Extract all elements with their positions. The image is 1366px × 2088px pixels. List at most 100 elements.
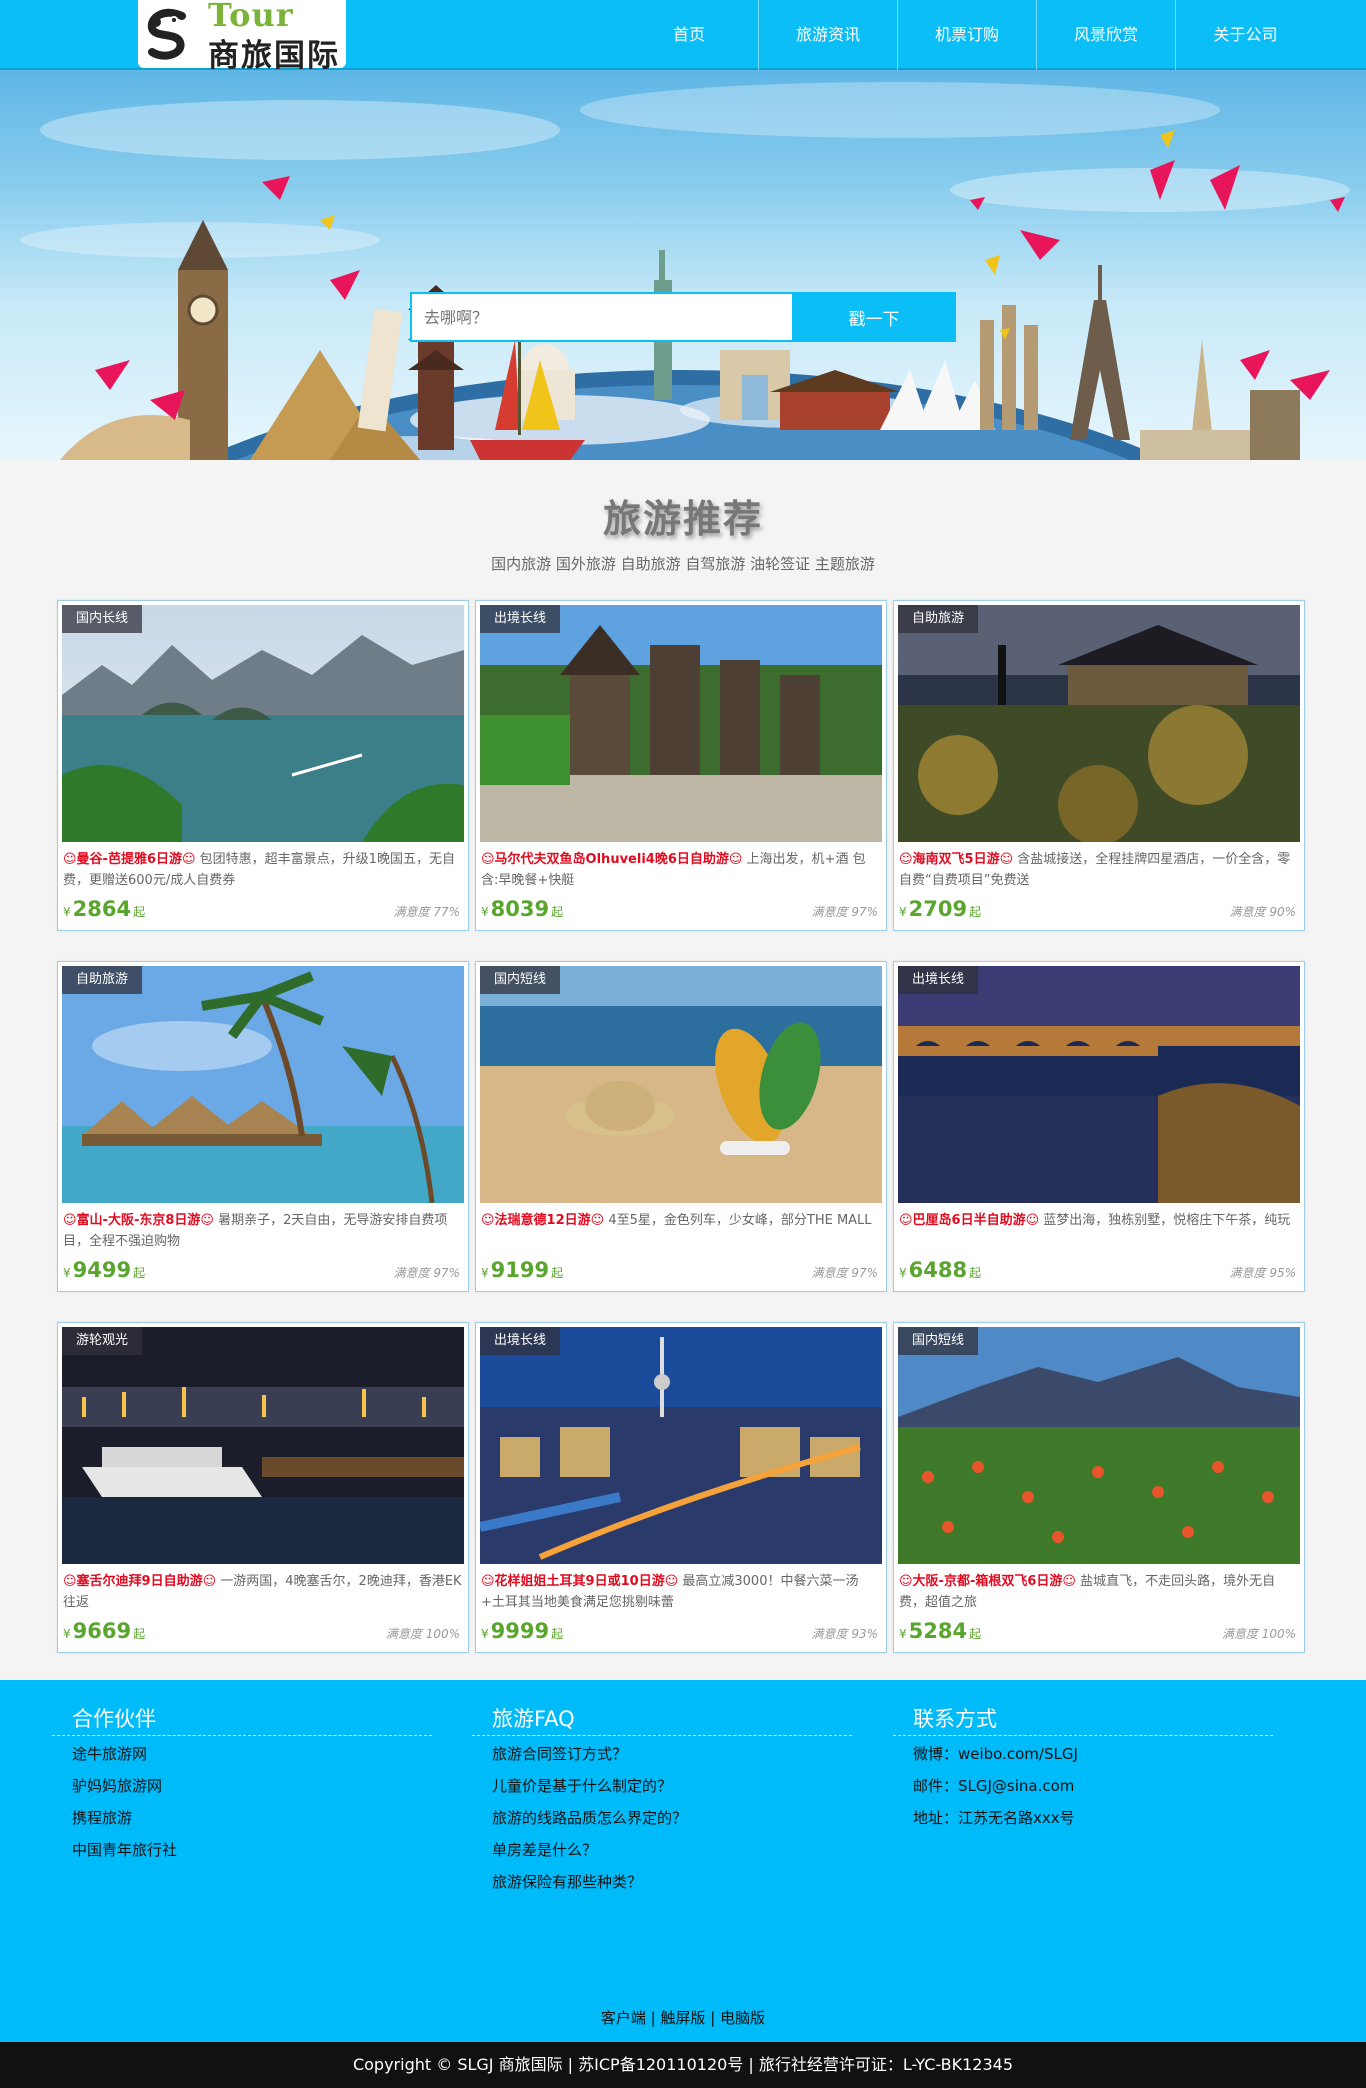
tour-category-tag: 国内长线: [62, 605, 143, 633]
tour-description[interactable]: ☺曼谷-芭提雅6日游☺ 包团特惠，超丰富景点，升级1晚国五，无自费，更赠送600…: [63, 849, 463, 891]
tour-price: ¥2864 起: [63, 897, 145, 921]
tour-photo: [480, 1327, 882, 1564]
search-button[interactable]: 戳一下: [792, 292, 956, 342]
footer-link-client[interactable]: 客户端: [601, 2009, 646, 2027]
footer-faq-link[interactable]: 单房差是什么？: [492, 1834, 852, 1866]
tour-card[interactable]: 游轮观光 ☺塞舌尔迪拜9日自助游☺ 一游两国，4晚塞舌尔，2晚迪拜，香港EK往返 ¥…: [57, 1322, 469, 1653]
satisfaction-rate: 满意度 93%: [811, 1627, 879, 1641]
nav-flight-booking[interactable]: 机票订购: [898, 0, 1037, 70]
price-value: 9669: [72, 1619, 132, 1643]
tour-card-image[interactable]: [898, 1327, 1300, 1564]
price-value: 2864: [72, 897, 132, 921]
footer-faq-link[interactable]: 儿童价是基于什么制定的？: [492, 1770, 852, 1802]
nav-home[interactable]: 首页: [620, 0, 759, 70]
footer-link-separator: |: [710, 2009, 721, 2027]
tour-card[interactable]: 国内短线 ☺大阪-京都-箱根双飞6日游☺ 盐城直飞，不走回头路，境外无自费，超值之…: [893, 1322, 1305, 1653]
price-unit: 起: [551, 1266, 564, 1280]
tour-description[interactable]: ☺花样姐姐土耳其9日或10日游☺ 最高立减3000！中餐六菜一汤+土耳其当地美食…: [481, 1571, 881, 1613]
tour-category-tag: 出境长线: [480, 605, 561, 633]
tour-card-image[interactable]: [480, 1327, 882, 1564]
tour-photo: [480, 966, 882, 1203]
tour-title[interactable]: ☺马尔代夫双鱼岛Olhuveli4晚6日自助游☺: [481, 852, 742, 867]
tour-title[interactable]: ☺海南双飞5日游☺: [899, 852, 1013, 867]
tour-description[interactable]: ☺马尔代夫双鱼岛Olhuveli4晚6日自助游☺ 上海出发，机+酒 包含:早晚餐…: [481, 849, 881, 891]
footer-faq-link[interactable]: 旅游合同签订方式？: [492, 1738, 852, 1770]
hero-banner: 戳一下: [0, 70, 1366, 460]
footer-link-desktop[interactable]: 电脑版: [720, 2009, 765, 2027]
tour-description[interactable]: ☺海南双飞5日游☺ 含盐城接送，全程挂牌四星酒店，一价全含，零自费“自费项目”免…: [899, 849, 1299, 891]
tour-title[interactable]: ☺富山-大阪-东京8日游☺: [63, 1213, 214, 1228]
nav-scenery[interactable]: 风景欣赏: [1037, 0, 1176, 70]
tour-card-image[interactable]: [62, 1327, 464, 1564]
panda-logo-icon: [147, 8, 186, 60]
copyright-bar: Copyright © SLGJ 商旅国际 | 苏ICP备120110120号 …: [0, 2042, 1366, 2088]
tour-category-tag: 出境长线: [898, 966, 979, 994]
site-logo[interactable]: Tour 商旅国际: [138, 0, 346, 74]
price-value: 2709: [908, 897, 968, 921]
footer-contact-address: 地址：江苏无名路xxx号: [913, 1809, 1075, 1827]
tour-card[interactable]: 出境长线 ☺马尔代夫双鱼岛Olhuveli4晚6日自助游☺ 上海出发，机+酒 包含…: [475, 600, 887, 931]
footer-faq-link[interactable]: 旅游保险有那些种类？: [492, 1866, 852, 1898]
tour-card[interactable]: 出境长线 ☺花样姐姐土耳其9日或10日游☺ 最高立减3000！中餐六菜一汤+土耳其…: [475, 1322, 887, 1653]
tour-price: ¥6488 起: [899, 1258, 981, 1282]
tour-card-image[interactable]: [480, 605, 882, 842]
satisfaction-rate: 满意度 95%: [1229, 1266, 1297, 1280]
nav-about[interactable]: 关于公司: [1176, 0, 1315, 70]
tour-title[interactable]: ☺塞舌尔迪拜9日自助游☺: [63, 1574, 216, 1589]
logo-text-brand: 商旅国际: [208, 38, 340, 74]
footer-contact: 联系方式 微博：weibo.com/SLGJ 邮件：SLGJ@sina.com …: [893, 1702, 1273, 1834]
site-header: Tour 商旅国际 首页 旅游资讯 机票订购 风景欣赏 关于公司: [0, 0, 1366, 74]
footer-partner-link[interactable]: 驴妈妈旅游网: [72, 1770, 432, 1802]
footer-contact-email[interactable]: 邮件：SLGJ@sina.com: [913, 1770, 1273, 1802]
tour-card[interactable]: 国内长线 ☺曼谷-芭提雅6日游☺ 包团特惠，超丰富景点，升级1晚国五，无自费，更赠…: [57, 600, 469, 931]
footer-link-separator: |: [650, 2009, 661, 2027]
tour-card-image[interactable]: [898, 605, 1300, 842]
nav-travel-news[interactable]: 旅游资讯: [759, 0, 898, 70]
footer-partner-link[interactable]: 途牛旅游网: [72, 1738, 432, 1770]
search-input[interactable]: [410, 292, 792, 342]
price-unit: 起: [551, 1627, 564, 1641]
currency-symbol: ¥: [899, 1627, 907, 1641]
tour-card[interactable]: 出境长线 ☺巴厘岛6日半自助游☺ 蓝梦出海，独栋别墅，悦榕庄下午茶，纯玩 ¥6488…: [893, 961, 1305, 1292]
tour-description[interactable]: ☺富山-大阪-东京8日游☺ 暑期亲子，2天自由，无导游安排自费项目，全程不强迫购…: [63, 1210, 463, 1252]
tour-card-image[interactable]: [898, 966, 1300, 1203]
currency-symbol: ¥: [899, 1266, 907, 1280]
tour-card[interactable]: 自助旅游 ☺海南双飞5日游☺ 含盐城接送，全程挂牌四星酒店，一价全含，零自费“自费…: [893, 600, 1305, 931]
price-unit: 起: [133, 1627, 146, 1641]
tour-category-tag: 国内短线: [480, 966, 561, 994]
tour-card-grid: 国内长线 ☺曼谷-芭提雅6日游☺ 包团特惠，超丰富景点，升级1晚国五，无自费，更赠…: [57, 600, 1305, 1653]
footer-partner-link[interactable]: 携程旅游: [72, 1802, 432, 1834]
tour-card[interactable]: 自助旅游 ☺富山-大阪-东京8日游☺ 暑期亲子，2天自由，无导游安排自费项目，全程…: [57, 961, 469, 1292]
footer-link-touch[interactable]: 触屏版: [660, 2009, 705, 2027]
tour-category-tag: 出境长线: [480, 1327, 561, 1355]
tour-card-image[interactable]: [480, 966, 882, 1203]
tour-price: ¥2709 起: [899, 897, 981, 921]
tour-description[interactable]: ☺塞舌尔迪拜9日自助游☺ 一游两国，4晚塞舌尔，2晚迪拜，香港EK往返: [63, 1571, 463, 1613]
logo-text-tour: Tour: [208, 0, 294, 34]
tour-description[interactable]: ☺法瑞意德12日游☺ 4至5星，金色列车，少女峰，部分THE MALL: [481, 1210, 881, 1252]
tour-title[interactable]: ☺曼谷-芭提雅6日游☺: [63, 852, 196, 867]
price-unit: 起: [133, 1266, 146, 1280]
footer-faq: 旅游FAQ 旅游合同签订方式？ 儿童价是基于什么制定的？ 旅游的线路品质怎么界定…: [472, 1702, 852, 1898]
tour-title[interactable]: ☺大阪-京都-箱根双飞6日游☺: [899, 1574, 1076, 1589]
tour-card[interactable]: 国内短线 ☺法瑞意德12日游☺ 4至5星，金色列车，少女峰，部分THE MALL ¥…: [475, 961, 887, 1292]
footer-contact-weibo[interactable]: 微博：weibo.com/SLGJ: [913, 1738, 1273, 1770]
currency-symbol: ¥: [899, 905, 907, 919]
satisfaction-rate: 满意度 77%: [393, 905, 461, 919]
tour-category-tag: 自助旅游: [62, 966, 143, 994]
footer-partners-title: 合作伙伴: [52, 1702, 432, 1736]
tour-card-image[interactable]: [62, 605, 464, 842]
currency-symbol: ¥: [481, 1627, 489, 1641]
tour-description[interactable]: ☺大阪-京都-箱根双飞6日游☺ 盐城直飞，不走回头路，境外无自费，超值之旅: [899, 1571, 1299, 1613]
tour-photo: [898, 966, 1300, 1203]
footer-faq-link[interactable]: 旅游的线路品质怎么界定的？: [492, 1802, 852, 1834]
price-value: 9199: [490, 1258, 550, 1282]
section-title: 旅游推荐: [602, 497, 763, 541]
tour-title[interactable]: ☺法瑞意德12日游☺: [481, 1213, 604, 1228]
tour-title[interactable]: ☺花样姐姐土耳其9日或10日游☺: [481, 1574, 678, 1589]
footer-partner-link[interactable]: 中国青年旅行社: [72, 1834, 432, 1866]
tour-title[interactable]: ☺巴厘岛6日半自助游☺: [899, 1213, 1039, 1228]
tour-card-image[interactable]: [62, 966, 464, 1203]
price-unit: 起: [551, 905, 564, 919]
tour-description[interactable]: ☺巴厘岛6日半自助游☺ 蓝梦出海，独栋别墅，悦榕庄下午茶，纯玩: [899, 1210, 1299, 1252]
